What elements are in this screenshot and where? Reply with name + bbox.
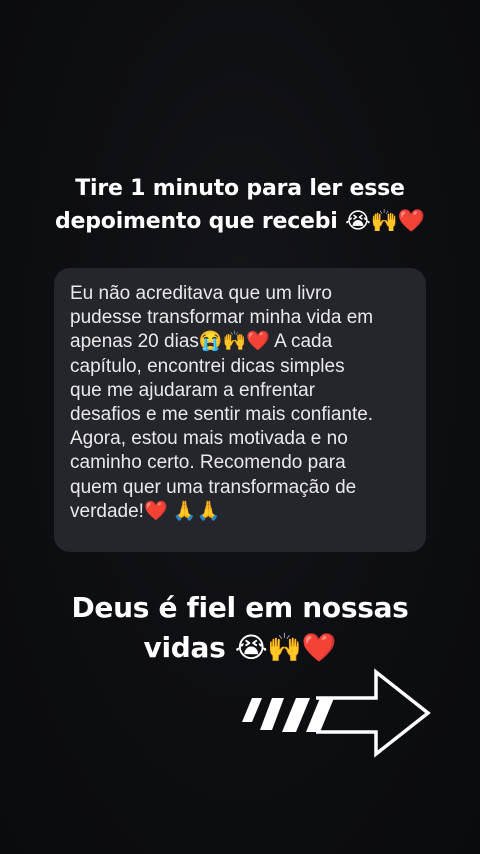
speed-stripe-icon <box>306 698 334 732</box>
testimonial-line: Agora, estou mais motivada e no <box>70 428 348 450</box>
right-arrow-icon <box>242 668 431 758</box>
testimonial-line: Eu não acreditava que um livro <box>70 283 332 304</box>
headline: Tire 1 minuto para ler esse depoimento q… <box>0 172 480 238</box>
footer-message: Deus é fiel em nossas vidas 😭🙌❤️ <box>0 588 480 668</box>
testimonial-line: verdade!❤️ 🙏🙏 <box>70 500 221 522</box>
testimonial-line: quem quer uma transformação de <box>70 476 357 498</box>
footer-line-2: vidas 😭🙌❤️ <box>143 631 337 664</box>
headline-line-1: Tire 1 minuto para ler esse <box>75 176 405 201</box>
speed-stripe-icon <box>282 698 310 732</box>
testimonial-line: desafios e me sentir mais confiante. <box>70 404 374 426</box>
testimonial-line: pudesse transformar minha vida em <box>70 307 374 329</box>
footer-line-1: Deus é fiel em nossas <box>71 591 409 624</box>
arrow-outline <box>316 668 431 758</box>
testimonial-line: que me ajudaram a enfrentar <box>70 379 316 401</box>
speed-stripe-icon <box>260 698 284 730</box>
headline-line-2: depoimento que recebi 😭🙌❤️ <box>54 209 426 234</box>
speed-stripe-icon <box>242 698 262 722</box>
testimonial-line: caminho certo. Recomendo para <box>70 452 346 474</box>
testimonial-line: capítulo, encontrei dicas simples <box>70 355 345 377</box>
testimonial-line: apenas 20 dias😭🙌❤️ A cada <box>70 331 333 353</box>
testimonial-bubble: Eu não acreditava que um livro pudesse t… <box>54 268 426 552</box>
